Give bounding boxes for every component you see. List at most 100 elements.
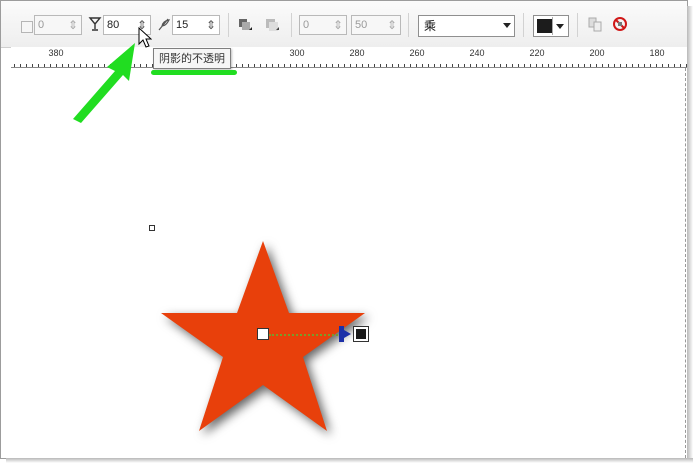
spin-arrows-icon[interactable]: ⇕ — [67, 16, 79, 34]
ruler-tick — [602, 64, 603, 67]
shadow-start-handle[interactable] — [257, 328, 269, 340]
ruler-label: 220 — [529, 48, 545, 58]
feather-direction-icon[interactable] — [237, 16, 253, 32]
ruler-tick — [584, 64, 585, 67]
window-shadow — [687, 6, 693, 458]
shadow-feather-input[interactable]: 15 ⇕ — [172, 15, 220, 35]
ruler-tick — [362, 64, 363, 67]
ruler-tick — [350, 64, 351, 67]
pointer-arrow-annotation-icon — [73, 43, 135, 123]
ruler-tick — [428, 64, 429, 67]
application-window: 0 ⇕ 80 ⇕ 15 ⇕ 0 ⇕ 50 ⇕ 乘 380 300 280 260… — [0, 0, 688, 459]
ruler-tick — [20, 64, 21, 67]
node-marker[interactable] — [149, 225, 155, 231]
ruler-tick — [674, 64, 675, 67]
ruler-tick — [374, 64, 375, 67]
ruler-tick — [548, 64, 549, 67]
ruler-tick — [410, 64, 411, 67]
ruler-label: 300 — [289, 48, 305, 58]
ruler-tick — [608, 64, 609, 67]
transparency-mode-dropdown[interactable]: 乘 — [418, 15, 515, 37]
shadow-opacity-value: 80 — [107, 19, 120, 31]
spin-arrows-icon[interactable]: ⇕ — [332, 16, 344, 34]
ruler-tick — [446, 64, 447, 67]
ruler-tick — [638, 64, 639, 67]
ruler-tick — [482, 64, 483, 67]
tooltip: 阴影的不透明 — [153, 48, 231, 69]
ruler-tick — [626, 64, 627, 67]
ruler-tick — [644, 64, 645, 67]
ruler-tick — [296, 64, 297, 67]
toolbar-separator — [577, 13, 578, 37]
shadow-fade-input[interactable]: 50 ⇕ — [351, 15, 401, 35]
shadow-color-picker[interactable] — [533, 15, 569, 37]
ruler-label: 380 — [48, 48, 64, 58]
slider-arrow-icon — [344, 330, 351, 338]
ruler-tick — [524, 64, 525, 67]
shadow-checkbox[interactable] — [21, 21, 33, 33]
ruler-tick — [314, 64, 315, 67]
ruler-tick — [590, 64, 591, 67]
ruler-tick — [320, 64, 321, 67]
ruler-tick — [266, 64, 267, 67]
spin-arrows-icon[interactable]: ⇕ — [205, 16, 217, 34]
ruler-tick — [476, 64, 477, 67]
ruler-tick — [26, 64, 27, 67]
ruler-tick — [326, 64, 327, 67]
ruler-tick — [536, 64, 537, 67]
ruler-tick — [356, 64, 357, 67]
spin-arrows-icon[interactable]: ⇕ — [386, 16, 398, 34]
ruler-tick — [680, 64, 681, 67]
ruler-tick — [422, 64, 423, 67]
ruler-tick — [500, 64, 501, 67]
feather-edge-icon[interactable] — [264, 16, 280, 32]
ruler-tick — [488, 64, 489, 67]
ruler-tick — [512, 64, 513, 67]
ruler-tick — [332, 64, 333, 67]
shadow-end-handle[interactable] — [353, 326, 369, 342]
ruler-tick — [386, 64, 387, 67]
feather-icon — [156, 16, 172, 32]
shadow-offset-input[interactable]: 0 ⇕ — [34, 15, 82, 35]
window-shadow — [6, 458, 693, 463]
ruler-tick — [56, 64, 57, 67]
ruler-tick — [416, 64, 417, 67]
chevron-down-icon — [503, 23, 511, 28]
ruler-tick — [44, 64, 45, 67]
ruler-tick — [392, 64, 393, 67]
ruler-tick — [650, 64, 651, 67]
ruler-tick — [596, 64, 597, 67]
ruler-tick — [254, 64, 255, 67]
ruler-tick — [338, 64, 339, 67]
ruler-tick — [578, 64, 579, 67]
ruler-tick — [554, 64, 555, 67]
ruler-tick — [278, 64, 279, 67]
shadow-feather-value: 15 — [176, 19, 189, 31]
toolbar-separator — [408, 13, 409, 37]
ruler-tick — [662, 64, 663, 67]
tooltip-highlight-underline — [151, 70, 237, 75]
ruler-tick — [434, 64, 435, 67]
ruler-tick — [272, 64, 273, 67]
copy-shadow-properties-icon[interactable] — [587, 16, 603, 32]
ruler-tick — [248, 64, 249, 67]
clear-shadow-icon[interactable] — [612, 16, 628, 32]
ruler-tick — [380, 64, 381, 67]
ruler-label: 200 — [589, 48, 605, 58]
shadow-stretch-input[interactable]: 0 ⇕ — [299, 15, 347, 35]
tooltip-text: 阴影的不透明 — [159, 52, 225, 65]
toolbar-separator — [523, 13, 524, 37]
toolbar-separator — [228, 13, 229, 37]
ruler-tick — [464, 64, 465, 67]
ruler-tick — [62, 64, 63, 67]
ruler-tick — [344, 64, 345, 67]
toolbar-separator — [291, 13, 292, 37]
ruler-tick — [398, 64, 399, 67]
mouse-cursor-icon — [138, 27, 152, 48]
ruler-tick — [572, 64, 573, 67]
ruler-tick — [284, 64, 285, 67]
ruler-label: 280 — [349, 48, 365, 58]
ruler-label: 260 — [409, 48, 425, 58]
color-dropdown-button[interactable] — [552, 17, 567, 35]
ruler-tick — [308, 64, 309, 67]
